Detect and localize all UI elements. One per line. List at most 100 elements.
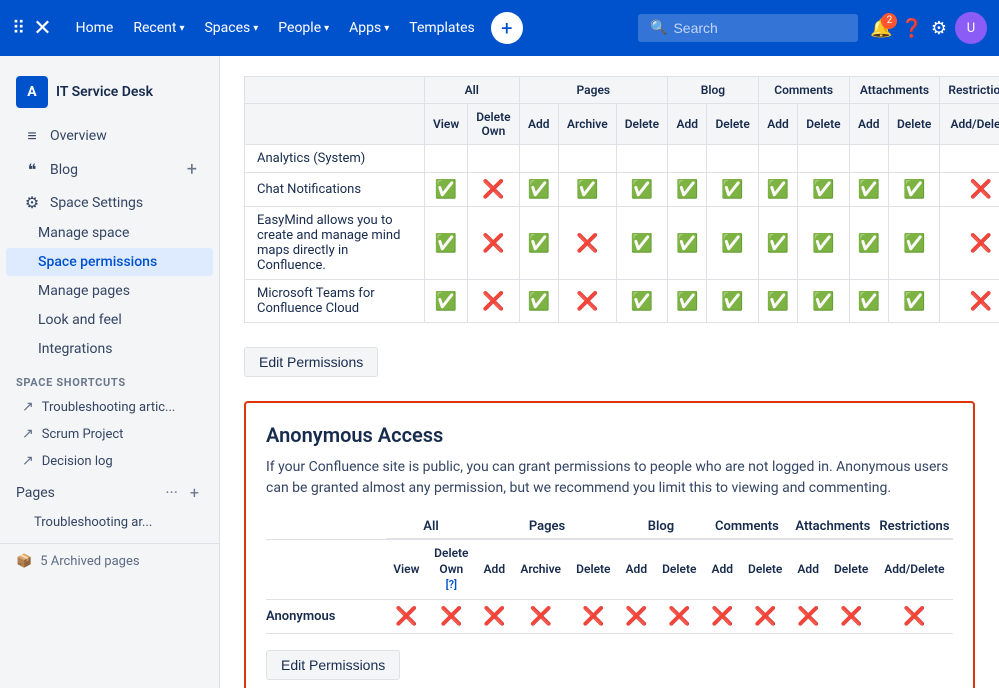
edit-permissions-button-2[interactable]: Edit Permissions: [266, 650, 400, 680]
check-green-icon: ✅: [812, 291, 834, 312]
table-row: Analytics (System): [245, 145, 999, 173]
check-green-icon: ✅: [721, 233, 743, 254]
check-cell: [888, 145, 939, 173]
grid-icon[interactable]: ⠿: [12, 18, 25, 39]
nav-spaces[interactable]: Spaces▾: [196, 14, 266, 42]
nav-home[interactable]: Home: [68, 14, 122, 42]
check-cell: ✅: [888, 207, 939, 280]
sidebar: A IT Service Desk ≡ Overview ❝ Blog + ⚙ …: [0, 56, 220, 688]
search-input[interactable]: [673, 20, 833, 36]
sidebar-item-manage-pages[interactable]: Manage pages: [6, 277, 213, 305]
pages-label: Pages: [16, 485, 55, 501]
shortcut-label-2: Scrum Project: [42, 427, 124, 442]
col-pages-delete: Delete: [616, 104, 667, 145]
anon-col-attachments: Attachments: [790, 515, 876, 539]
sidebar-item-space-settings[interactable]: ⚙ Space Settings: [6, 187, 213, 218]
col-blog-add: Add: [668, 104, 707, 145]
anon-check-red: ❌: [395, 606, 417, 627]
shortcut-scrum[interactable]: ↗ Scrum Project: [6, 421, 213, 447]
sidebar-archived[interactable]: 📦 5 Archived pages: [0, 543, 219, 575]
nav-icons: 🔔2 ❓ ⚙ U: [870, 12, 987, 44]
check-cell: ✅: [559, 173, 617, 207]
archived-label: 5 Archived pages: [40, 554, 139, 569]
sidebar-item-integrations[interactable]: Integrations: [6, 335, 213, 363]
shortcut-decision-log[interactable]: ↗ Decision log: [6, 448, 213, 474]
anon-check-red: ❌: [754, 606, 776, 627]
anon-col-restrictions: Restrictions: [876, 515, 953, 539]
help-icon[interactable]: ❓: [900, 18, 922, 39]
space-header[interactable]: A IT Service Desk: [0, 68, 219, 116]
anon-header-comments-add: Add: [704, 539, 741, 599]
sidebar-item-look-feel[interactable]: Look and feel: [6, 306, 213, 334]
sidebar-subitem-troubleshooting[interactable]: Troubleshooting ar...: [6, 510, 213, 535]
pages-more-icon[interactable]: ···: [161, 481, 182, 504]
sidebar-label-space-settings: Space Settings: [50, 195, 143, 211]
nav-templates[interactable]: Templates: [401, 14, 483, 42]
search-box[interactable]: 🔍: [638, 14, 858, 42]
check-cell: ✅: [616, 207, 667, 280]
help-link[interactable]: [?]: [446, 578, 457, 591]
space-icon: A: [16, 76, 48, 108]
check-cell: ❌: [940, 173, 999, 207]
shortcut-troubleshooting[interactable]: ↗ Troubleshooting artic...: [6, 394, 213, 420]
sidebar-item-space-permissions[interactable]: Space permissions: [6, 248, 213, 276]
check-cell: ✅: [425, 173, 468, 207]
col-attach-delete: Delete: [888, 104, 939, 145]
anon-col-pages: Pages: [476, 515, 618, 539]
sidebar-label-blog: Blog: [50, 162, 78, 178]
blog-add-icon[interactable]: +: [187, 159, 197, 180]
row-label-3: Microsoft Teams for Confluence Cloud: [245, 280, 425, 323]
top-navigation: ⠿ ✕ Home Recent▾ Spaces▾ People▾ Apps▾ T…: [0, 0, 999, 56]
check-red-icon: ❌: [482, 179, 504, 200]
col-pages-archive: Archive: [559, 104, 617, 145]
create-button[interactable]: +: [491, 12, 523, 44]
anon-header-attach-delete: Delete: [827, 539, 876, 599]
col-blog-header: Blog: [668, 77, 759, 104]
overview-icon: ≡: [22, 126, 42, 146]
col-pages-header: Pages: [519, 77, 667, 104]
anon-check-cell: ❌: [513, 599, 569, 633]
sidebar-item-manage-space[interactable]: Manage space: [6, 219, 213, 247]
anon-header-comments-delete: Delete: [741, 539, 790, 599]
check-cell: ❌: [468, 280, 519, 323]
shortcuts-title: SPACE SHORTCUTS: [0, 364, 219, 393]
check-green-icon: ✅: [721, 179, 743, 200]
edit-permissions-button-1[interactable]: Edit Permissions: [244, 347, 378, 377]
check-green-icon: ✅: [903, 233, 925, 254]
col-delete-own: DeleteOwn: [468, 104, 519, 145]
check-green-icon: ✅: [528, 291, 550, 312]
anon-check-cell: ❌: [655, 599, 704, 633]
check-green-icon: ✅: [435, 291, 457, 312]
check-green-icon: ✅: [631, 179, 653, 200]
check-green-icon: ✅: [767, 233, 789, 254]
sidebar-item-overview[interactable]: ≡ Overview: [6, 120, 213, 152]
nav-recent[interactable]: Recent▾: [125, 14, 192, 42]
check-cell: ✅: [707, 173, 758, 207]
avatar[interactable]: U: [955, 12, 987, 44]
anon-col-all: All: [386, 515, 476, 539]
check-cell: ❌: [468, 173, 519, 207]
col-app-sub: [245, 104, 425, 145]
anon-check-cell: ❌: [704, 599, 741, 633]
anon-check-cell: ❌: [741, 599, 790, 633]
anon-check-red: ❌: [797, 606, 819, 627]
anon-header-pages-delete: Delete: [569, 539, 618, 599]
anon-header-blog-delete: Delete: [655, 539, 704, 599]
check-green-icon: ✅: [767, 291, 789, 312]
sidebar-item-blog[interactable]: ❝ Blog +: [6, 153, 213, 186]
anon-col-user: [266, 515, 386, 539]
confluence-logo[interactable]: ✕: [33, 16, 51, 41]
check-cell: ✅: [616, 280, 667, 323]
notifications-icon[interactable]: 🔔2: [870, 18, 892, 39]
check-green-icon: ✅: [676, 179, 698, 200]
pages-add-icon[interactable]: +: [186, 481, 203, 504]
nav-apps[interactable]: Apps▾: [341, 14, 397, 42]
pages-header[interactable]: Pages ··· +: [6, 475, 213, 510]
anon-check-red: ❌: [668, 606, 690, 627]
settings-icon[interactable]: ⚙: [931, 18, 947, 39]
col-blog-delete: Delete: [707, 104, 758, 145]
nav-people[interactable]: People▾: [270, 14, 337, 42]
check-green-icon: ✅: [812, 179, 834, 200]
check-red-icon: ❌: [576, 233, 598, 254]
anon-header-pages-archive: Archive: [513, 539, 569, 599]
